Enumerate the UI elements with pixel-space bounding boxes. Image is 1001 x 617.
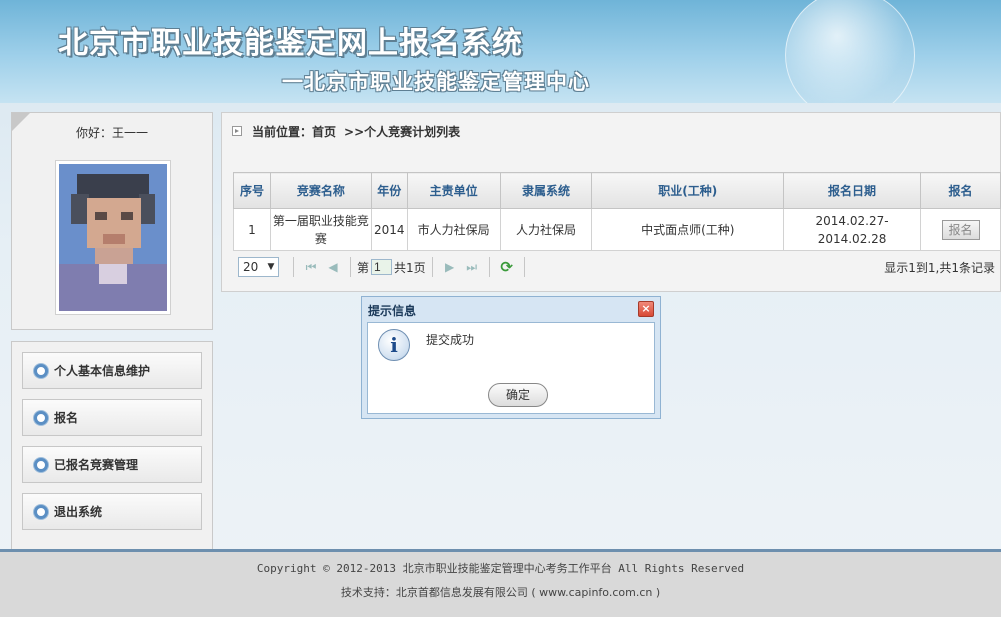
menu-item-label: 报名 <box>54 411 79 425</box>
table-header-row: 序号 竞赛名称 年份 主责单位 隶属系统 职业(工种) 报名日期 报名 <box>233 172 1001 209</box>
column-header[interactable]: 报名 <box>920 172 1001 209</box>
bullet-icon <box>34 457 48 472</box>
chevron-down-icon: ▼ <box>267 262 275 272</box>
info-icon: i <box>378 329 410 361</box>
user-panel: 你好：王一一 <box>11 112 213 330</box>
globe-graphic <box>785 0 915 103</box>
menu-item-logout[interactable]: 退出系统 <box>22 493 202 530</box>
column-header[interactable]: 年份 <box>370 172 408 209</box>
column-header[interactable]: 序号 <box>233 172 271 209</box>
arrow-right-icon <box>232 126 242 136</box>
last-page-icon[interactable]: ⏭ <box>461 257 483 277</box>
page-size-select[interactable]: 20 ▼ <box>238 257 279 277</box>
cell-action: 报名 <box>920 208 1001 251</box>
divider <box>523 257 525 277</box>
cell-year: 2014 <box>370 208 408 251</box>
page-number-input[interactable] <box>371 259 393 275</box>
dialog-title: 提示信息 <box>368 304 417 318</box>
cell-name: 第一届职业技能竞赛 <box>269 208 372 251</box>
user-greeting: 你好：王一一 <box>75 126 148 140</box>
page-total: 共1页 <box>394 260 426 275</box>
main-content: 当前位置：首页 >>个人竞赛计划列表 序号 竞赛名称 年份 主责单位 隶属系统 … <box>221 112 1001 292</box>
refresh-icon[interactable]: ⟳ <box>496 257 518 277</box>
menu-item-label: 已报名竞赛管理 <box>54 458 139 472</box>
avatar <box>59 164 167 311</box>
page-size-value: 20 <box>243 260 259 274</box>
breadcrumb-prefix[interactable]: 当前位置：首页 <box>252 123 336 140</box>
dialog-body: i 提交成功 确定 <box>367 322 655 414</box>
column-header[interactable]: 报名日期 <box>783 172 921 209</box>
menu-item-register[interactable]: 报名 <box>22 399 202 436</box>
divider <box>431 257 433 277</box>
divider <box>350 257 351 277</box>
support-text: 技术支持：北京首都信息发展有限公司 ( www.capinfo.com.cn ) <box>340 586 661 599</box>
column-header[interactable]: 隶属系统 <box>499 172 593 209</box>
sidebar-menu: 个人基本信息维护 报名 已报名竞赛管理 退出系统 <box>11 341 213 551</box>
cell-system: 人力社保局 <box>499 208 593 251</box>
dialog-message: 提交成功 <box>426 333 475 347</box>
register-button[interactable]: 报名 <box>941 219 980 240</box>
menu-item-registered-competitions[interactable]: 已报名竞赛管理 <box>22 446 202 483</box>
bullet-icon <box>34 363 48 378</box>
menu-item-label: 退出系统 <box>54 505 103 519</box>
pagination-bar: 20 ▼ ⏮ ◀ 第 共1页 ▶ ⏭ ⟳ 显示1到1,共1条记录 <box>233 253 1001 281</box>
message-dialog: 提示信息 × i 提交成功 确定 <box>361 296 661 419</box>
table-row[interactable]: 1 第一届职业技能竞赛 2014 市人力社保局 人力社保局 中式面点师(工种) … <box>233 208 1001 251</box>
breadcrumb-current: >>个人竞赛计划列表 <box>344 124 461 139</box>
divider <box>488 257 490 277</box>
first-page-icon[interactable]: ⏮ <box>300 257 322 277</box>
site-title: 北京市职业技能鉴定网上报名系统 <box>58 26 523 61</box>
cell-occupation: 中式面点师(工种) <box>591 208 785 251</box>
user-photo <box>55 160 171 315</box>
divider <box>293 257 294 277</box>
page-prefix: 第 <box>357 260 370 275</box>
next-page-icon[interactable]: ▶ <box>439 257 461 277</box>
copyright-text: Copyright © 2012-2013 北京市职业技能鉴定管理中心考务工作平… <box>256 562 745 575</box>
ok-button[interactable]: 确定 <box>488 383 548 407</box>
column-header[interactable]: 职业(工种) <box>591 172 785 209</box>
menu-item-label: 个人基本信息维护 <box>54 364 151 378</box>
header-banner: 北京市职业技能鉴定网上报名系统 一北京市职业技能鉴定管理中心 <box>0 0 1001 103</box>
menu-item-profile[interactable]: 个人基本信息维护 <box>22 352 202 389</box>
competition-table: 序号 竞赛名称 年份 主责单位 隶属系统 职业(工种) 报名日期 报名 1 第一… <box>233 172 1001 251</box>
bullet-icon <box>34 410 48 425</box>
cell-date: 2014.02.27-2014.02.28 <box>783 208 921 251</box>
cell-unit: 市人力社保局 <box>406 208 501 251</box>
site-subtitle: 一北京市职业技能鉴定管理中心 <box>282 70 590 94</box>
close-icon[interactable]: × <box>638 301 654 317</box>
bullet-icon <box>34 504 48 519</box>
cell-index: 1 <box>233 208 271 251</box>
breadcrumb: 当前位置：首页 >>个人竞赛计划列表 <box>232 123 460 139</box>
prev-page-icon[interactable]: ◀ <box>322 257 344 277</box>
record-info: 显示1到1,共1条记录 <box>884 260 995 275</box>
column-header[interactable]: 竞赛名称 <box>269 172 372 209</box>
column-header[interactable]: 主责单位 <box>406 172 501 209</box>
footer: Copyright © 2012-2013 北京市职业技能鉴定管理中心考务工作平… <box>0 552 1001 617</box>
